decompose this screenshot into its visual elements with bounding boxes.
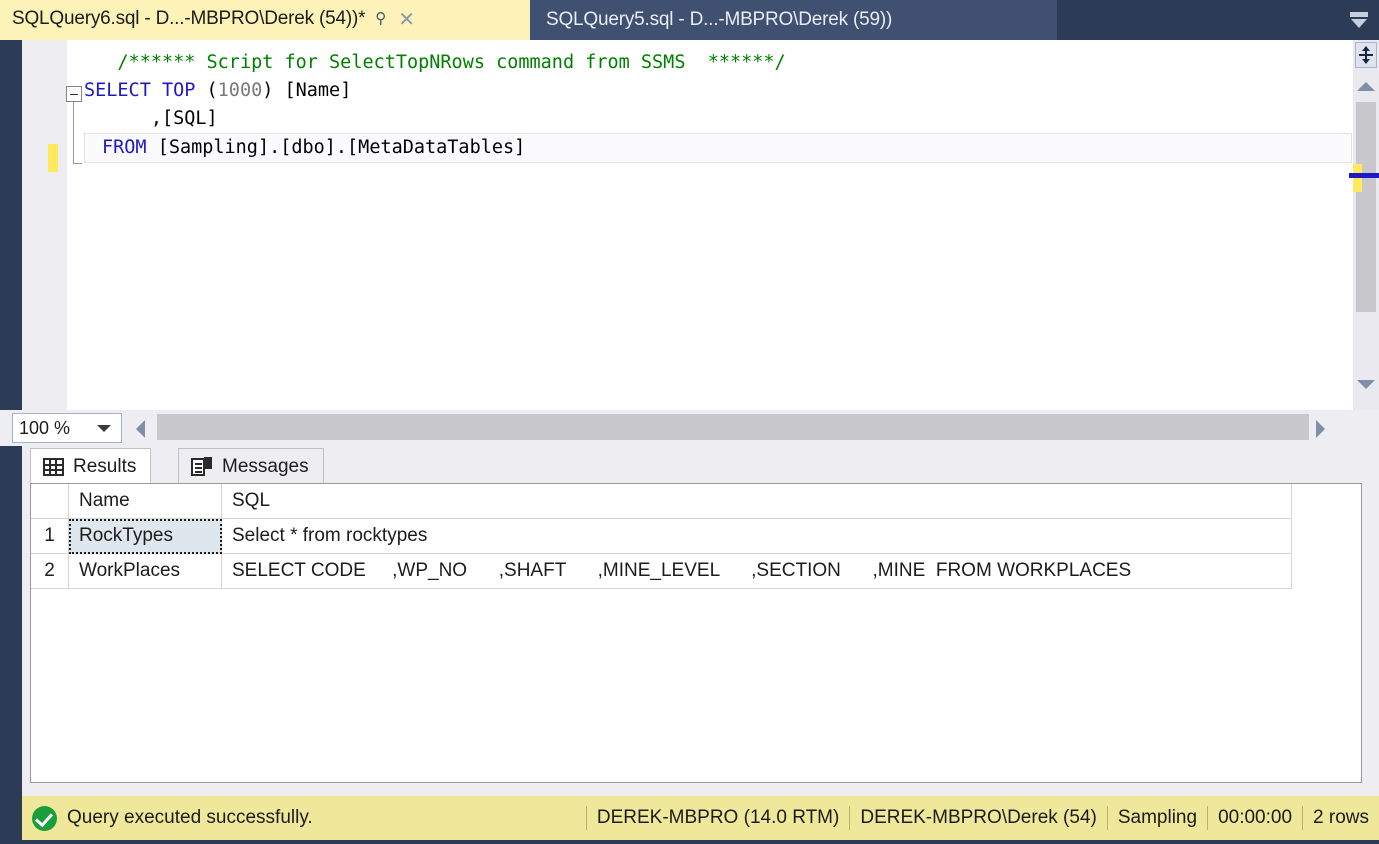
sql-editor[interactable]: /****** Script for SelectTopNRows comman… bbox=[22, 40, 1379, 410]
row-1-number[interactable]: 1 bbox=[31, 519, 69, 554]
tab-results[interactable]: Results bbox=[30, 448, 152, 485]
code-token: [Sampling].[dbo].[MetaDataTables] bbox=[146, 137, 526, 158]
results-grid-header-row: Name SQL bbox=[31, 484, 1361, 519]
tab-sqlquery5[interactable]: SQLQuery5.sql - D...-MBPRO\Derek (59)) bbox=[530, 0, 1057, 40]
tab-sqlquery6-label: SQLQuery6.sql - D...-MBPRO\Derek (54))* bbox=[12, 8, 366, 29]
code-token: FROM bbox=[102, 137, 147, 158]
ssms-window: SQLQuery6.sql - D...-MBPRO\Derek (54))* … bbox=[0, 0, 1379, 844]
scrollbar-caret-position-line bbox=[1353, 173, 1379, 178]
code-token: 1000 bbox=[217, 80, 263, 101]
split-pane-icon[interactable] bbox=[1355, 42, 1377, 68]
row-2-number[interactable]: 2 bbox=[31, 554, 69, 589]
editor-tab-bar: SQLQuery6.sql - D...-MBPRO\Derek (54))* … bbox=[0, 0, 1379, 40]
row-1-name[interactable]: RockTypes bbox=[69, 519, 222, 554]
scroll-up-arrow-icon[interactable] bbox=[1357, 82, 1375, 91]
editor-gutter bbox=[22, 40, 67, 410]
status-elapsed-time: 00:00:00 bbox=[1218, 807, 1293, 828]
row-2-sql[interactable]: SELECT CODE ,WP_NO ,SHAFT ,MINE_LEVEL ,S… bbox=[222, 554, 1292, 589]
scrollbar-change-marker bbox=[1353, 164, 1362, 192]
code-line-from-current: FROM [Sampling].[dbo].[MetaDataTables] bbox=[84, 133, 1352, 163]
code-line-comment: /****** Script for SelectTopNRows comman… bbox=[67, 49, 1379, 77]
status-row-count: 2 rows bbox=[1313, 807, 1369, 828]
zoom-level-value: 100 % bbox=[19, 417, 71, 438]
results-grid[interactable]: Name SQL 1 RockTypes Select * from rockt… bbox=[30, 483, 1362, 783]
code-line-sqlcol: ,[SQL] bbox=[67, 105, 1379, 133]
header-cell-sql[interactable]: SQL bbox=[222, 484, 1292, 519]
code-token: ( bbox=[195, 80, 218, 101]
code-token: /****** Script for SelectTopNRows comman… bbox=[117, 52, 786, 73]
tab-sqlquery5-label: SQLQuery5.sql - D...-MBPRO\Derek (59)) bbox=[546, 9, 893, 30]
status-message: Query executed successfully. bbox=[67, 807, 313, 828]
status-user: DEREK-MBPRO\Derek (54) bbox=[860, 807, 1097, 828]
code-token: TOP bbox=[161, 80, 196, 101]
message-document-icon bbox=[191, 456, 213, 477]
results-grid-empty-area bbox=[31, 589, 1361, 749]
editor-horizontal-scroll-thumb[interactable] bbox=[157, 414, 1309, 440]
results-pane: Results Messages Name SQL 1 RockTypes Se… bbox=[22, 446, 1379, 796]
tab-sqlquery6[interactable]: SQLQuery6.sql - D...-MBPRO\Derek (54))* … bbox=[0, 0, 530, 40]
success-check-icon bbox=[32, 805, 57, 831]
scroll-left-arrow-icon[interactable] bbox=[136, 420, 145, 438]
chevron-down-icon[interactable] bbox=[97, 424, 111, 432]
code-line-select: SELECT TOP (1000) [Name] bbox=[67, 77, 1379, 105]
scroll-right-arrow-icon[interactable] bbox=[1316, 420, 1325, 438]
table-row[interactable]: 1 RockTypes Select * from rocktypes bbox=[31, 519, 1361, 554]
table-row[interactable]: 2 WorkPlaces SELECT CODE ,WP_NO ,SHAFT ,… bbox=[31, 554, 1361, 589]
results-tab-strip: Results Messages bbox=[22, 446, 1379, 485]
code-token: ,[SQL] bbox=[84, 108, 218, 129]
header-cell-rownum[interactable] bbox=[31, 484, 69, 519]
code-token: ) [Name] bbox=[262, 80, 352, 101]
row-1-sql[interactable]: Select * from rocktypes bbox=[222, 519, 1292, 554]
sql-code-area[interactable]: /****** Script for SelectTopNRows comman… bbox=[67, 40, 1379, 410]
tab-overflow-triangle bbox=[1351, 19, 1367, 28]
status-database: Sampling bbox=[1117, 807, 1198, 828]
status-server: DEREK-MBPRO (14.0 RTM) bbox=[596, 807, 840, 828]
tab-results-label: Results bbox=[73, 455, 137, 477]
header-cell-name[interactable]: Name bbox=[69, 484, 222, 519]
editor-horizontal-scrollbar[interactable] bbox=[157, 414, 1309, 440]
code-token: SELECT bbox=[84, 80, 151, 101]
close-icon[interactable]: ✕ bbox=[398, 7, 415, 31]
grid-icon bbox=[43, 457, 64, 476]
code-line-from-text: FROM [Sampling].[dbo].[MetaDataTables] bbox=[85, 134, 1351, 162]
editor-zoom-bar: 100 % bbox=[0, 410, 1379, 446]
row-2-name[interactable]: WorkPlaces bbox=[69, 554, 222, 589]
editor-scrollbar-thumb[interactable] bbox=[1356, 102, 1376, 312]
tab-overflow-bar bbox=[1350, 12, 1368, 17]
editor-vertical-scroll-column[interactable] bbox=[1349, 40, 1379, 410]
tab-messages[interactable]: Messages bbox=[178, 448, 324, 484]
tab-overflow-chevron-icon[interactable] bbox=[1343, 6, 1373, 34]
scroll-down-arrow-icon[interactable] bbox=[1357, 380, 1375, 389]
status-bar: Query executed successfully. DEREK-MBPRO… bbox=[22, 796, 1379, 840]
line-change-bar bbox=[48, 144, 58, 172]
zoom-level-select[interactable]: 100 % bbox=[12, 413, 122, 443]
window-bottom-rail bbox=[0, 840, 1379, 844]
pin-icon[interactable]: ⚲ bbox=[375, 9, 386, 27]
tab-messages-label: Messages bbox=[222, 455, 309, 477]
